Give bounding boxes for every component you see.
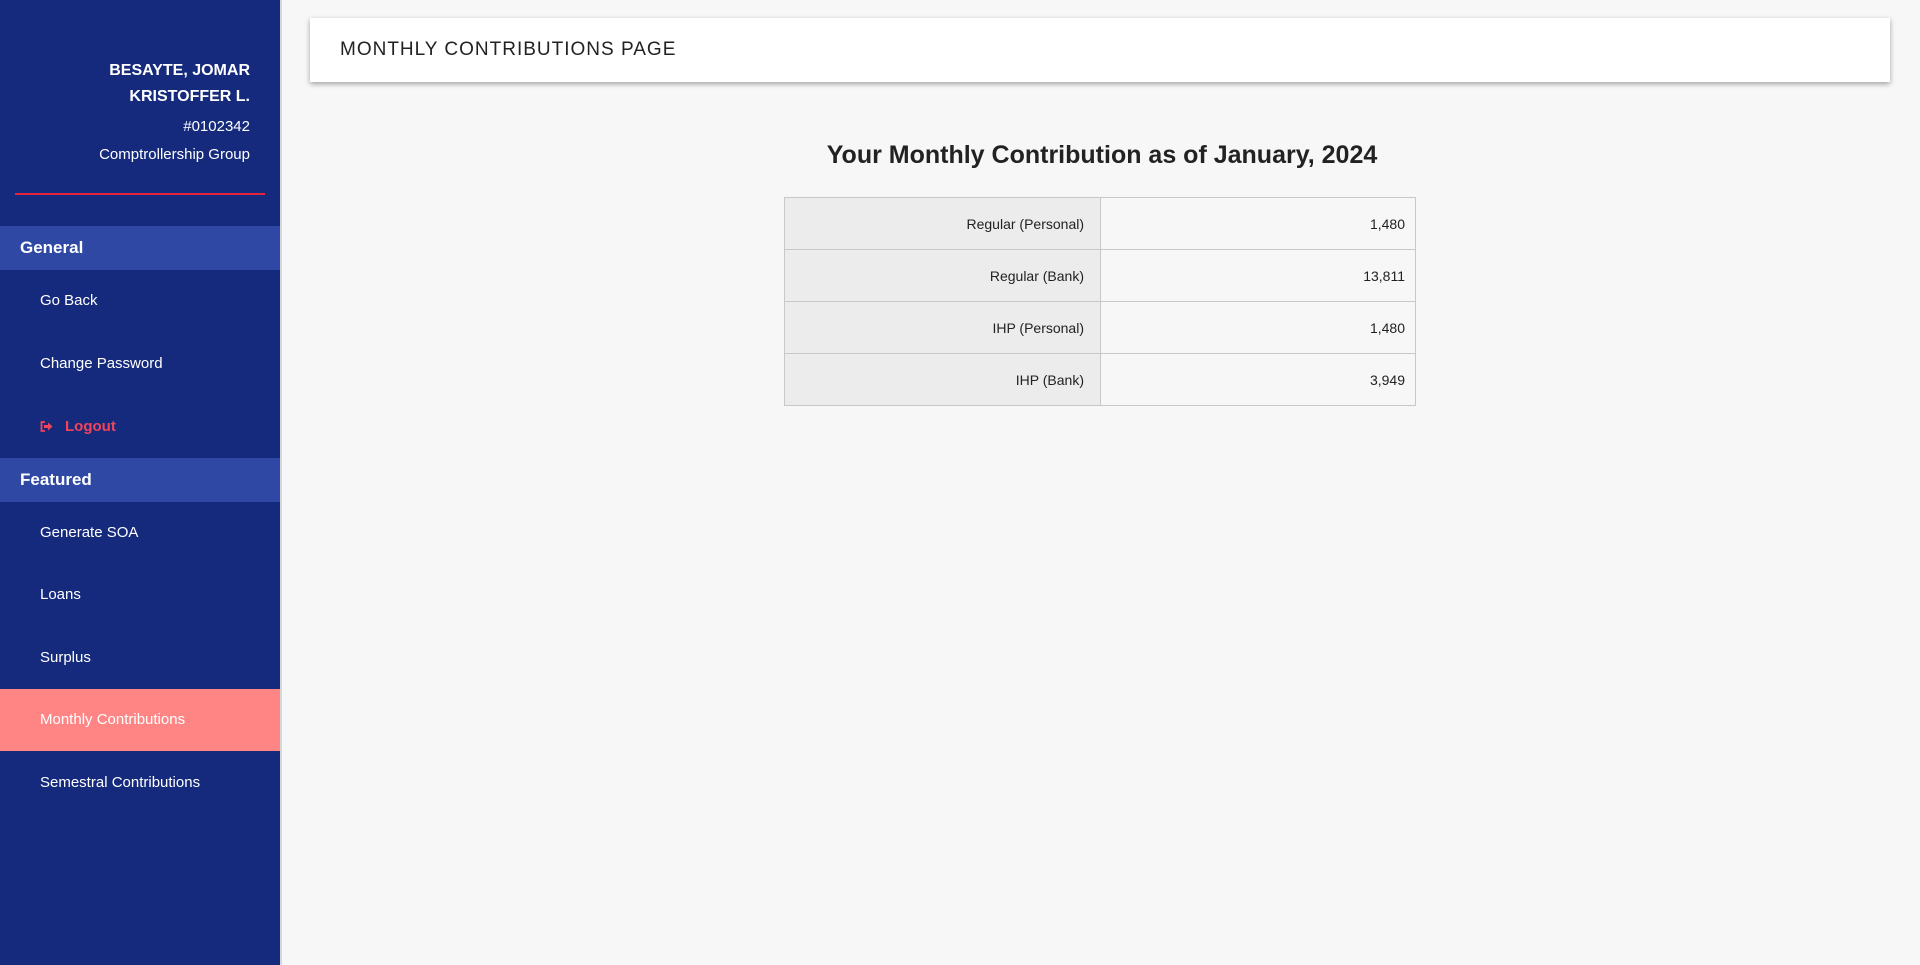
row-value: 3,949 — [1100, 353, 1416, 406]
sidebar-item-semestral-contributions[interactable]: Semestral Contributions — [0, 752, 280, 814]
row-value: 1,480 — [1100, 301, 1416, 354]
user-name-line2: KRISTOFFER L. — [129, 88, 250, 105]
row-label: Regular (Bank) — [784, 249, 1101, 302]
page-title-bar: MONTHLY CONTRIBUTIONS PAGE — [310, 18, 1890, 82]
sidebar-item-logout[interactable]: Logout — [0, 396, 280, 458]
table-row: Regular (Personal) 1,480 — [784, 197, 1416, 250]
row-label: IHP (Bank) — [784, 353, 1101, 406]
table-row: IHP (Personal) 1,480 — [784, 301, 1416, 354]
sidebar: BESAYTE, JOMAR KRISTOFFER L. #0102342 Co… — [0, 0, 280, 965]
section-header-general: General — [0, 226, 280, 270]
page-title: MONTHLY CONTRIBUTIONS PAGE — [340, 39, 677, 60]
table-row: Regular (Bank) 13,811 — [784, 249, 1416, 302]
profile-divider — [15, 193, 265, 195]
logout-label: Logout — [65, 418, 116, 435]
sidebar-item-monthly-contributions[interactable]: Monthly Contributions — [0, 689, 280, 751]
sidebar-item-generate-soa[interactable]: Generate SOA — [0, 502, 280, 564]
sidebar-item-go-back[interactable]: Go Back — [0, 270, 280, 332]
user-profile: BESAYTE, JOMAR KRISTOFFER L. #0102342 Co… — [20, 58, 250, 164]
sidebar-item-surplus[interactable]: Surplus — [0, 627, 280, 689]
row-label: IHP (Personal) — [784, 301, 1101, 354]
table-row: IHP (Bank) 3,949 — [784, 353, 1416, 406]
user-id: #0102342 — [183, 118, 250, 135]
row-value: 1,480 — [1100, 197, 1416, 250]
contribution-table: Regular (Personal) 1,480 Regular (Bank) … — [784, 197, 1416, 406]
row-label: Regular (Personal) — [784, 197, 1101, 250]
row-value: 13,811 — [1100, 249, 1416, 302]
sidebar-border — [280, 0, 282, 965]
contribution-heading: Your Monthly Contribution as of January,… — [826, 141, 1378, 169]
section-header-featured: Featured — [0, 458, 280, 502]
sidebar-item-loans[interactable]: Loans — [0, 564, 280, 626]
sidebar-item-change-password[interactable]: Change Password — [0, 333, 280, 395]
user-name-line1: BESAYTE, JOMAR — [109, 62, 250, 79]
sign-out-icon — [40, 421, 53, 432]
user-group: Comptrollership Group — [99, 146, 250, 163]
